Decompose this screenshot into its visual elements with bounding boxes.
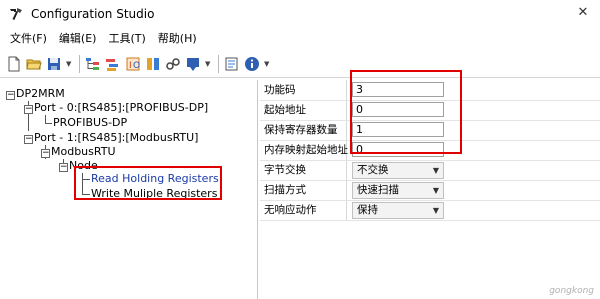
property-row: 无响应动作 保持 ▼ — [260, 200, 600, 220]
toolbar: ▼ IO ▼ ▼ — [0, 51, 600, 78]
tree-item-modbus[interactable]: −ModbusRTU — [41, 145, 116, 159]
chevron-down-icon[interactable]: ▼ — [205, 56, 211, 72]
hammer-icon — [10, 8, 22, 20]
menu-tools[interactable]: 工具(T) — [102, 29, 151, 49]
tree-item-label: DP2MRM — [16, 87, 65, 100]
menu-help[interactable]: 帮助(H) — [152, 29, 203, 49]
open-folder-icon[interactable] — [26, 56, 42, 72]
info-icon[interactable] — [244, 56, 260, 72]
input-icon[interactable]: IO — [125, 56, 141, 72]
tree-connector — [45, 123, 52, 124]
title-bar: Configuration Studio ✕ — [0, 0, 600, 28]
chevron-down-icon: ▼ — [432, 186, 439, 195]
collapse-icon[interactable]: − — [24, 135, 33, 144]
property-row: 扫描方式 快速扫描 ▼ — [260, 180, 600, 200]
tree-item-port1[interactable]: −Port - 1:[RS485]:[ModbusRTU] — [24, 131, 198, 145]
select-value: 快速扫描 — [357, 184, 399, 196]
toolbar-separator — [79, 55, 80, 73]
property-row: 字节交换 不交换 ▼ — [260, 160, 600, 180]
select-value: 不交换 — [357, 164, 389, 176]
download-icon[interactable] — [185, 56, 201, 72]
select-value: 保持 — [357, 204, 378, 216]
property-label: 内存映射起始地址 — [264, 144, 348, 156]
collapse-icon[interactable]: − — [41, 149, 50, 158]
menu-bar: 文件(F) 编辑(E) 工具(T) 帮助(H) — [0, 28, 600, 50]
property-label: 起始地址 — [264, 104, 306, 116]
close-icon[interactable]: ✕ — [574, 4, 592, 22]
chevron-down-icon: ▼ — [432, 206, 439, 215]
property-label: 保持寄存器数量 — [264, 124, 338, 136]
output-icon[interactable] — [145, 56, 161, 72]
tree-item-profibus[interactable]: PROFIBUS-DP — [53, 116, 127, 130]
scan-mode-select[interactable]: 快速扫描 ▼ — [352, 182, 444, 199]
chevron-down-icon[interactable]: ▼ — [264, 56, 270, 72]
window-title: Configuration Studio — [31, 7, 155, 21]
collapse-icon[interactable]: − — [24, 105, 33, 114]
tree-item-label: Port - 0:[RS485]:[PROFIBUS-DP] — [34, 101, 209, 114]
property-label: 扫描方式 — [264, 184, 306, 196]
tree-item-root[interactable]: −DP2MRM — [6, 87, 65, 101]
watermark: gongkong — [549, 286, 594, 296]
svg-text:O: O — [133, 61, 140, 71]
config-icon[interactable] — [224, 56, 240, 72]
tree-item-label: PROFIBUS-DP — [53, 116, 128, 129]
collapse-icon[interactable]: − — [6, 91, 15, 100]
link-icon[interactable] — [165, 56, 181, 72]
tree-connector — [45, 115, 46, 123]
svg-text:I: I — [129, 61, 132, 71]
highlight-box — [350, 70, 462, 154]
property-label: 无响应动作 — [264, 204, 317, 216]
byte-swap-select[interactable]: 不交换 ▼ — [352, 162, 444, 179]
collapse-icon[interactable]: − — [59, 163, 68, 172]
tree-icon[interactable] — [85, 56, 101, 72]
chevron-down-icon[interactable]: ▼ — [66, 56, 72, 72]
save-icon[interactable] — [46, 56, 62, 72]
menu-file[interactable]: 文件(F) — [4, 29, 53, 49]
add-module-icon[interactable] — [105, 56, 121, 72]
new-file-icon[interactable] — [6, 56, 22, 72]
tree-item-label: Port - 1:[RS485]:[ModbusRTU] — [34, 131, 199, 144]
menu-edit[interactable]: 编辑(E) — [53, 29, 103, 49]
no-response-action-select[interactable]: 保持 ▼ — [352, 202, 444, 219]
grid-divider — [260, 220, 600, 221]
property-label: 功能码 — [264, 84, 296, 96]
property-label: 字节交换 — [264, 164, 306, 176]
toolbar-separator — [218, 55, 219, 73]
tree-item-label: ModbusRTU — [51, 145, 116, 158]
tree-item-port0[interactable]: −Port - 0:[RS485]:[PROFIBUS-DP] — [24, 101, 208, 115]
highlight-box — [74, 166, 222, 200]
chevron-down-icon: ▼ — [432, 166, 439, 175]
